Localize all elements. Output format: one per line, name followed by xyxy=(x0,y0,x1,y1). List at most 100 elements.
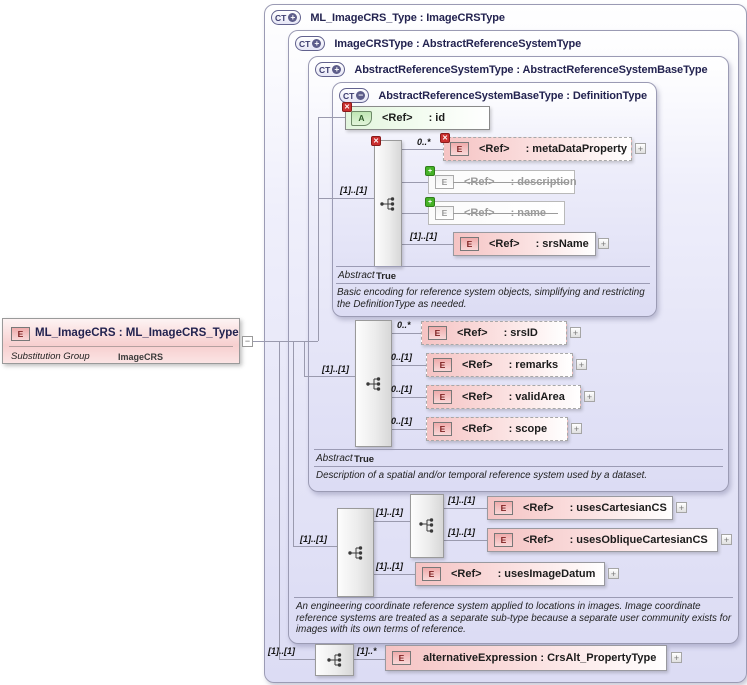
element-srsid[interactable]: E <Ref> : srsID xyxy=(421,321,567,345)
element-ml-imagecrs[interactable]: E ML_ImageCRS : ML_ImageCRS_Type Substit… xyxy=(2,318,240,364)
frame-title: AbstractReferenceSystemType : AbstractRe… xyxy=(354,63,708,76)
connector-line xyxy=(390,365,426,366)
element-remarks[interactable]: E <Ref> : remarks xyxy=(426,353,573,377)
attribute-name: : id xyxy=(428,112,446,124)
choice-compositor xyxy=(410,494,444,558)
expand-button[interactable]: + xyxy=(608,568,619,579)
extension-icon: + xyxy=(425,197,435,207)
choice-icon xyxy=(419,518,434,533)
element-ref: <Ref> xyxy=(489,238,520,250)
element-description[interactable]: + E <Ref> : description xyxy=(425,166,577,194)
abstract-label: Abstract xyxy=(338,270,375,281)
expand-button[interactable]: + xyxy=(635,143,646,154)
expand-button[interactable]: + xyxy=(676,502,687,513)
separator xyxy=(314,466,723,467)
expand-button[interactable]: + xyxy=(671,652,682,663)
connector-line xyxy=(279,341,280,659)
sequence-icon xyxy=(365,376,380,391)
connector-line xyxy=(279,659,315,660)
element-ref: <Ref> xyxy=(464,176,495,188)
expand-button[interactable]: + xyxy=(598,238,609,249)
element-ref: <Ref> xyxy=(462,359,493,371)
element-name: : srsID xyxy=(503,327,538,339)
cardinality-label: 0..* xyxy=(397,320,411,330)
sequence-compositor: ✕ xyxy=(371,136,402,267)
element-name: : scope xyxy=(508,423,548,435)
connector-line xyxy=(293,546,337,547)
expand-button[interactable]: + xyxy=(584,391,595,402)
expand-button[interactable]: + xyxy=(570,327,581,338)
element-name: alternativeExpression : CrsAlt_PropertyT… xyxy=(423,652,657,664)
expand-button[interactable]: + xyxy=(571,423,582,434)
cardinality-label: 0..[1] xyxy=(391,384,413,394)
element-metadataproperty[interactable]: ✕ E <Ref> : metaDataProperty xyxy=(440,133,632,161)
collapse-toggle[interactable]: − xyxy=(242,336,253,347)
element-scope[interactable]: E <Ref> : scope xyxy=(426,417,568,441)
separator xyxy=(314,449,723,450)
element-icon: E xyxy=(494,533,513,547)
element-icon: E xyxy=(11,327,30,341)
ct-letters: CT xyxy=(343,90,355,101)
element-usesimagedatum[interactable]: E <Ref> : usesImageDatum xyxy=(415,562,605,586)
sequence-icon xyxy=(347,545,362,560)
extension-icon: + xyxy=(425,166,435,176)
expand-button[interactable]: + xyxy=(576,359,587,370)
cardinality-label: 0..[1] xyxy=(391,416,413,426)
connector-line xyxy=(400,213,428,214)
cardinality-label: [1]..* xyxy=(357,646,377,656)
connector-line xyxy=(400,149,443,150)
cardinality-label: [1]..[1] xyxy=(268,646,295,656)
element-icon: E xyxy=(460,237,479,251)
complex-type-expand-icon[interactable]: CT + xyxy=(295,36,326,51)
expand-button[interactable]: + xyxy=(721,534,732,545)
connector-line xyxy=(442,508,487,509)
element-name: : name xyxy=(510,207,547,219)
divider xyxy=(9,346,233,347)
separator xyxy=(336,266,650,267)
connector-line xyxy=(400,244,453,245)
connector-line xyxy=(372,521,410,522)
separator xyxy=(294,597,733,598)
attribute-id[interactable]: ✕ A <Ref> : id xyxy=(342,102,490,130)
cardinality-label: [1]..[1] xyxy=(410,231,437,241)
prohibited-icon: ✕ xyxy=(371,136,381,146)
separator xyxy=(336,283,650,284)
complex-type-expand-icon[interactable]: CT + xyxy=(315,62,346,77)
connector-line xyxy=(352,659,385,660)
sequence-icon xyxy=(380,196,395,211)
connector-line xyxy=(304,341,305,376)
element-icon: E xyxy=(494,501,513,515)
abstract-value: True xyxy=(354,454,375,465)
element-name: : description xyxy=(510,176,577,188)
ct-letters: CT xyxy=(299,38,311,49)
abstract-label: Abstract xyxy=(316,453,353,464)
cardinality-label: [1]..[1] xyxy=(376,507,403,517)
element-validarea[interactable]: E <Ref> : validArea xyxy=(426,385,581,409)
element-usesobliquecartesiancs[interactable]: E <Ref> : usesObliqueCartesianCS xyxy=(487,528,718,552)
element-usescartesiancs[interactable]: E <Ref> : usesCartesianCS xyxy=(487,496,673,520)
complex-type-expand-icon[interactable]: CT + xyxy=(271,10,302,25)
attribute-icon: A xyxy=(351,110,372,126)
element-alternativeexpression[interactable]: E alternativeExpression : CrsAlt_Propert… xyxy=(385,645,667,671)
element-srsname[interactable]: E <Ref> : srsName xyxy=(453,232,596,256)
connector-line xyxy=(400,182,428,183)
substitution-group-label: Substitution Group xyxy=(11,351,90,362)
element-name: : metaDataProperty xyxy=(525,143,628,155)
element-icon: E xyxy=(433,358,452,372)
cardinality-label: [1]..[1] xyxy=(376,561,403,571)
connector-line xyxy=(252,341,318,342)
connector-line xyxy=(390,429,426,430)
element-name[interactable]: + E <Ref> : name xyxy=(425,197,565,225)
type-annotation: Basic encoding for reference system obje… xyxy=(337,287,645,310)
derivation-plus-icon: + xyxy=(312,39,322,48)
prohibited-icon: ✕ xyxy=(440,133,450,143)
connector-line xyxy=(390,397,426,398)
complex-type-collapse-icon[interactable]: CT − xyxy=(339,88,370,103)
element-ref: <Ref> xyxy=(523,502,554,514)
element-title: ML_ImageCRS : ML_ImageCRS_Type xyxy=(35,327,239,339)
frame-title: AbstractReferenceSystemBaseType : Defini… xyxy=(378,89,647,102)
element-ref: <Ref> xyxy=(451,568,482,580)
element-ref: <Ref> xyxy=(462,391,493,403)
cardinality-label: [1]..[1] xyxy=(322,364,349,374)
element-icon: E xyxy=(433,390,452,404)
